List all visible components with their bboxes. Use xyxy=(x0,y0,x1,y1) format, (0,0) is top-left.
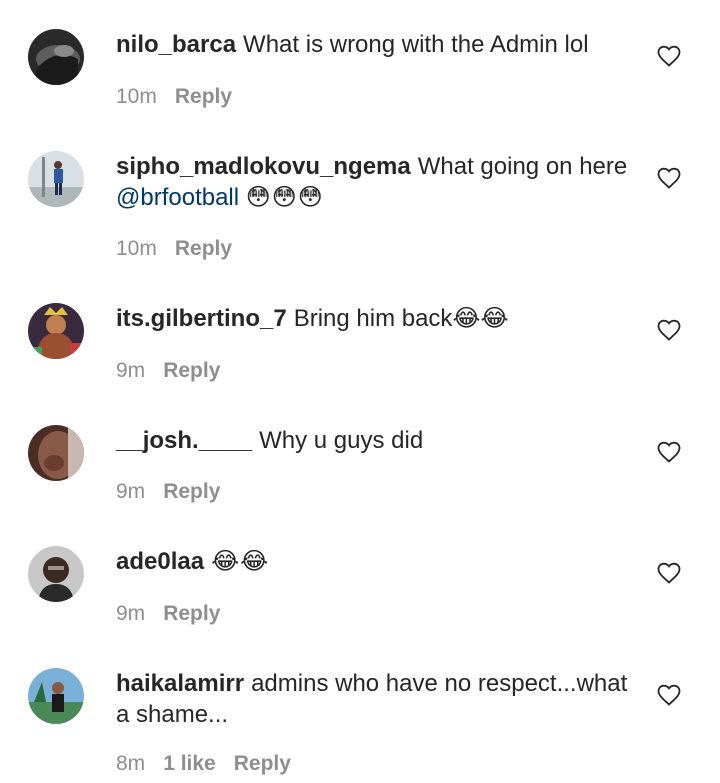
like-count[interactable]: 1 like xyxy=(163,752,216,775)
comment-username[interactable]: haikalamirr xyxy=(116,670,244,697)
comment-body: What going on here xyxy=(417,153,628,180)
comment-time: 10m xyxy=(116,85,157,108)
heart-icon[interactable] xyxy=(656,318,682,342)
comment-meta: 9m Reply xyxy=(116,480,238,504)
heart-icon[interactable] xyxy=(656,44,682,68)
heart-icon[interactable] xyxy=(656,683,682,707)
comment-time: 8m xyxy=(116,752,146,775)
comment-username[interactable]: ade0laa xyxy=(116,548,204,575)
comment-body: What is wrong with the Admin lol xyxy=(243,31,589,58)
comment-body: 😂😂 xyxy=(211,548,270,575)
comment-text: nilo_barca What is wrong with the Admin l… xyxy=(116,29,636,60)
mention-link[interactable]: @brfootball xyxy=(116,184,239,211)
reply-button[interactable]: Reply xyxy=(175,85,232,108)
avatar[interactable] xyxy=(28,425,84,481)
comment-meta: 10m Reply xyxy=(116,237,250,261)
heart-icon[interactable] xyxy=(656,561,682,585)
reply-button[interactable]: Reply xyxy=(163,480,220,503)
avatar[interactable] xyxy=(28,546,84,602)
reply-button[interactable]: Reply xyxy=(175,237,232,260)
emoji-text: 😳😳😳 xyxy=(245,184,324,211)
comment-text: sipho_madlokovu_ngema What going on here … xyxy=(116,151,636,213)
comment-text: haikalamirr admins who have no respect...… xyxy=(116,668,636,730)
comment-meta: 9m Reply xyxy=(116,359,238,383)
comment-username[interactable]: sipho_madlokovu_ngema xyxy=(116,153,411,180)
avatar[interactable] xyxy=(28,668,84,724)
comment-time: 9m xyxy=(116,480,146,503)
comment-meta: 8m 1 like Reply xyxy=(116,752,309,776)
comment-username[interactable]: its.gilbertino_7 xyxy=(116,305,287,332)
avatar[interactable] xyxy=(28,303,84,359)
avatar[interactable] xyxy=(28,29,84,85)
comment-time: 10m xyxy=(116,237,157,260)
comment-text: its.gilbertino_7 Bring him back😂😂 xyxy=(116,303,636,334)
comment-body: Why u guys did xyxy=(259,427,424,454)
heart-icon[interactable] xyxy=(656,440,682,464)
reply-button[interactable]: Reply xyxy=(163,602,220,625)
comment-meta: 10m Reply xyxy=(116,85,250,109)
comment-username[interactable]: nilo_barca xyxy=(116,31,236,58)
reply-button[interactable]: Reply xyxy=(234,752,291,775)
comment-meta: 9m Reply xyxy=(116,602,238,626)
comment-text: __josh.____ Why u guys did xyxy=(116,425,636,456)
heart-icon[interactable] xyxy=(656,166,682,190)
reply-button[interactable]: Reply xyxy=(163,359,220,382)
comment-time: 9m xyxy=(116,359,146,382)
avatar[interactable] xyxy=(28,151,84,207)
comment-body: Bring him back😂😂 xyxy=(293,305,509,332)
comment-time: 9m xyxy=(116,602,146,625)
comment-username[interactable]: __josh.____ xyxy=(116,427,252,454)
comment-text: ade0laa 😂😂 xyxy=(116,546,636,577)
